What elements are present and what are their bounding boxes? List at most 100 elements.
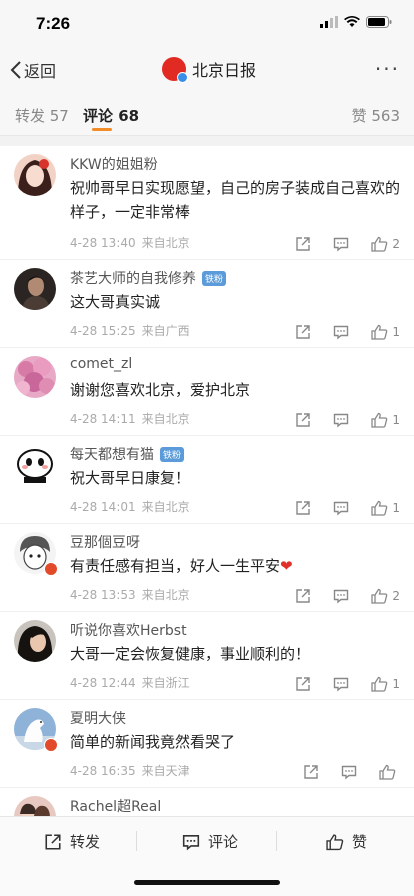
comment-item[interactable]: 听说你喜欢Herbst 大哥一定会恢复健康，事业顺利的！ 4-28 12:44 来…	[0, 612, 414, 700]
comment-date: 4-28 14:11	[70, 412, 136, 426]
comment-item[interactable]: KKW的姐姐粉 祝帅哥早日实现愿望，自己的房子装成自己喜欢的样子，一定非常棒 4…	[0, 146, 414, 260]
comment-text: 这大哥真实诚	[70, 293, 161, 311]
tab-like[interactable]: 赞 563	[352, 105, 400, 126]
like-button[interactable]	[379, 764, 400, 780]
comment-author[interactable]: 夏明大侠	[70, 708, 126, 728]
comment-item[interactable]: 夏明大侠 简单的新闻我竟然看哭了 4-28 16:35 来自天津	[0, 700, 414, 788]
comment-date: 4-28 13:40	[70, 236, 136, 250]
comment-author[interactable]: 每天都想有猫	[70, 444, 154, 464]
heart-emoji: ❤	[280, 557, 293, 575]
comment-author[interactable]: 听说你喜欢Herbst	[70, 620, 187, 640]
comment-location: 来自北京	[141, 236, 190, 250]
fan-badge: 铁粉	[202, 270, 227, 286]
reply-icon[interactable]	[333, 324, 349, 340]
comment-author[interactable]: Rachel超Real	[70, 796, 161, 816]
thumbs-up-icon	[371, 676, 388, 692]
comment-text: 简单的新闻我竟然看哭了	[70, 733, 236, 751]
like-button[interactable]: 1	[371, 500, 400, 516]
nav-title-text: 北京日报	[192, 61, 257, 80]
avatar-cartoon-face-icon[interactable]	[14, 444, 56, 486]
brand-logo-icon	[162, 57, 188, 83]
comment-label: 评论	[208, 833, 239, 851]
comment-actions: 2	[295, 236, 400, 252]
comment-meta: 4-28 13:40 来自北京	[70, 234, 190, 251]
avatar-anime-girl-icon[interactable]	[14, 154, 56, 196]
thumbs-up-icon	[371, 588, 388, 604]
comment-item[interactable]: Rachel超Real	[0, 788, 414, 816]
fan-badge: 铁粉	[160, 446, 185, 462]
comment-text: 祝大哥早日康复！	[70, 469, 191, 487]
comment-actions: 2	[295, 588, 400, 604]
reply-icon[interactable]	[333, 236, 349, 252]
reply-icon[interactable]	[341, 764, 357, 780]
comment-date: 4-28 12:44	[70, 676, 136, 690]
comment-item[interactable]: 茶艺大师的自我修养 铁粉 这大哥真实诚 4-28 15:25 来自广西 1	[0, 260, 414, 348]
share-icon[interactable]	[303, 764, 319, 780]
comment-author[interactable]: 豆那個豆呀	[70, 532, 140, 552]
comment-author[interactable]: comet_zl	[70, 356, 132, 372]
tab-repost[interactable]: 转发 57	[15, 105, 69, 126]
comment-list[interactable]: KKW的姐姐粉 祝帅哥早日实现愿望，自己的房子装成自己喜欢的样子，一定非常棒 4…	[0, 146, 414, 816]
like-count: 1	[392, 677, 400, 691]
like-label: 赞	[352, 833, 368, 851]
comment-date: 4-28 16:35	[70, 764, 136, 778]
thumbs-up-icon	[371, 412, 388, 428]
navigation-bar: 返回 北京日报 ···	[0, 48, 414, 92]
avatar-pink-flowers-icon[interactable]	[14, 356, 56, 398]
comment-actions: 1	[295, 412, 400, 428]
share-icon[interactable]	[295, 324, 311, 340]
comment-icon	[182, 834, 200, 850]
status-bar: 7:26	[0, 0, 414, 48]
comment-item[interactable]: 每天都想有猫 铁粉 祝大哥早日康复！ 4-28 14:01 来自北京 1	[0, 436, 414, 524]
verified-badge-icon	[44, 562, 58, 576]
wifi-icon	[344, 16, 360, 27]
reply-icon[interactable]	[333, 412, 349, 428]
comment-meta: 4-28 13:53 来自北京	[70, 586, 190, 603]
avatar-dark-portrait-icon[interactable]	[14, 268, 56, 310]
share-icon[interactable]	[295, 500, 311, 516]
comment-text: 有责任感有担当，好人一生平安❤	[70, 554, 400, 578]
comment-author[interactable]: 茶艺大师的自我修养	[70, 268, 196, 288]
reply-icon[interactable]	[333, 588, 349, 604]
comment-actions: 1	[295, 324, 400, 340]
share-icon[interactable]	[295, 236, 311, 252]
tab-comment[interactable]: 评论 68	[83, 105, 139, 126]
comment-location: 来自广西	[141, 324, 190, 338]
comment-button[interactable]: 评论	[182, 831, 238, 852]
comment-item[interactable]: comet_zl 谢谢您喜欢北京，爱护北京 4-28 14:11 来自北京 1	[0, 348, 414, 436]
repost-button[interactable]: 转发	[44, 831, 100, 852]
battery-icon	[366, 16, 392, 28]
divider	[136, 831, 137, 851]
back-button[interactable]: 返回	[10, 58, 56, 82]
share-icon[interactable]	[295, 676, 311, 692]
comment-actions: 1	[295, 500, 400, 516]
like-button[interactable]: 1	[371, 412, 400, 428]
comment-location: 来自北京	[141, 500, 190, 514]
comment-author[interactable]: KKW的姐姐粉	[70, 154, 158, 174]
repost-label: 转发	[70, 833, 101, 851]
status-time: 7:26	[36, 14, 71, 33]
reply-icon[interactable]	[333, 676, 349, 692]
share-icon[interactable]	[295, 588, 311, 604]
like-post-button[interactable]: 赞	[326, 831, 367, 852]
home-indicator[interactable]	[134, 880, 280, 885]
avatar-dark-hair-icon[interactable]	[14, 620, 56, 662]
like-count: 2	[392, 589, 400, 603]
comment-meta: 4-28 15:25 来自广西	[70, 322, 190, 339]
nav-title[interactable]: 北京日报	[162, 57, 257, 83]
reply-icon[interactable]	[333, 500, 349, 516]
comment-text: 谢谢您喜欢北京，爱护北京	[70, 381, 251, 399]
comment-text-body: 有责任感有担当，好人一生平安	[70, 557, 281, 575]
avatar-couple-photo-icon[interactable]	[14, 796, 56, 816]
like-button[interactable]: 2	[371, 588, 400, 604]
active-tab-indicator	[92, 128, 112, 131]
more-button[interactable]: ···	[375, 59, 400, 79]
share-icon[interactable]	[295, 412, 311, 428]
like-count: 2	[392, 237, 400, 251]
comment-item[interactable]: 豆那個豆呀 有责任感有担当，好人一生平安❤ 4-28 13:53 来自北京 2	[0, 524, 414, 612]
like-button[interactable]: 1	[371, 676, 400, 692]
like-count: 1	[392, 413, 400, 427]
like-button[interactable]: 1	[371, 324, 400, 340]
like-button[interactable]: 2	[371, 236, 400, 252]
thumbs-up-icon	[326, 833, 344, 850]
